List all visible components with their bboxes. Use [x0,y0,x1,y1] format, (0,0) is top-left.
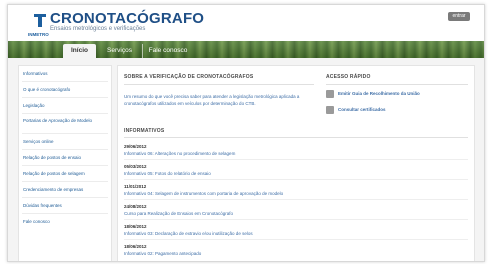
inmetro-brand: INMETRO [28,32,49,37]
news-title: INFORMATIVOS [124,128,165,134]
divider [22,149,108,150]
sidebar-item-servicos-online[interactable]: Serviços online [23,139,107,145]
news-date: 29/06/2012 [124,144,147,149]
quick-link-label: Emitir Guia de Recolhimento da União [338,91,420,96]
news-link[interactable]: Informativo 04: Selagem de instrumentos … [124,191,283,196]
divider [22,165,108,166]
news-link[interactable]: Informativo 05: Fotos do relatório de en… [124,171,211,176]
sidebar: Informativos O que é cronotacógrafo Legi… [18,65,112,261]
login-button[interactable]: entrar [448,12,470,21]
sidebar-item-informativos[interactable]: Informativos [23,71,107,77]
sidebar-item-legislacao[interactable]: Legislação [23,103,107,109]
divider [124,219,468,220]
site-subtitle: Ensaios metrológicos e verificações [50,26,146,32]
sidebar-item-postos-selagem[interactable]: Relação de postos de selagem [23,171,107,177]
news-date: 24/08/2012 [124,204,147,209]
sidebar-item-fale-conosco[interactable]: Fale conosco [23,219,107,225]
divider [22,133,108,134]
site-header: CRONOTACÓGRAFO Ensaios metrológicos e ve… [8,5,484,41]
divider [124,159,468,160]
main-content: SOBRE A VERIFICAÇÃO DE CRONOTACÓGRAFOS U… [117,65,475,261]
sidebar-item-duvidas[interactable]: Dúvidas frequentes [23,203,107,209]
divider [22,213,108,214]
sidebar-item-o-que-e[interactable]: O que é cronotacógrafo [23,87,107,93]
tab-fale-conosco[interactable]: Fale conosco [142,44,193,58]
document-icon [326,90,334,98]
tab-inicio[interactable]: Início [63,44,96,58]
divider [22,113,108,114]
divider [124,239,468,240]
site-title[interactable]: CRONOTACÓGRAFO [50,10,204,27]
news-link[interactable]: Informativo 06: Alterações no procedimen… [124,151,235,156]
about-title: SOBRE A VERIFICAÇÃO DE CRONOTACÓGRAFOS [124,74,254,80]
sidebar-item-postos-ensaio[interactable]: Relação de postos de ensaio [23,155,107,161]
divider [22,97,108,98]
news-date: 18/06/2012 [124,224,147,229]
news-date: 11/01/2012 [124,184,147,189]
divider [124,179,468,180]
divider [22,181,108,182]
tab-servicos[interactable]: Serviços [101,44,138,58]
quick-link-certificados[interactable]: Consultar certificados [326,106,466,116]
document-icon [326,106,334,114]
divider [124,137,468,138]
news-link[interactable]: Informativo 02: Pagamento antecipado [124,251,201,256]
browser-frame: CRONOTACÓGRAFO Ensaios metrológicos e ve… [7,4,485,262]
divider [124,199,468,200]
divider [22,81,108,82]
quick-link-label: Consultar certificados [338,107,386,112]
news-link[interactable]: Curso para Realização de Ensaios em Cron… [124,211,233,216]
news-date: 05/03/2012 [124,164,147,169]
inmetro-logo-icon [34,14,46,27]
news-date: 18/06/2012 [124,244,147,249]
divider [326,84,468,85]
news-link[interactable]: Informativo 03: Declaração de extravio e… [124,231,253,236]
quick-link-gru[interactable]: Emitir Guia de Recolhimento da União [326,90,466,100]
divider [124,84,314,85]
quick-access-title: ACESSO RÁPIDO [326,74,371,80]
sidebar-item-credenciamento[interactable]: Credenciamento de empresas [23,187,107,193]
about-text[interactable]: Um resumo do que você precisa saber para… [124,93,314,107]
divider [22,197,108,198]
sidebar-item-portarias[interactable]: Portarias de Aprovação de Modelo [23,118,107,124]
